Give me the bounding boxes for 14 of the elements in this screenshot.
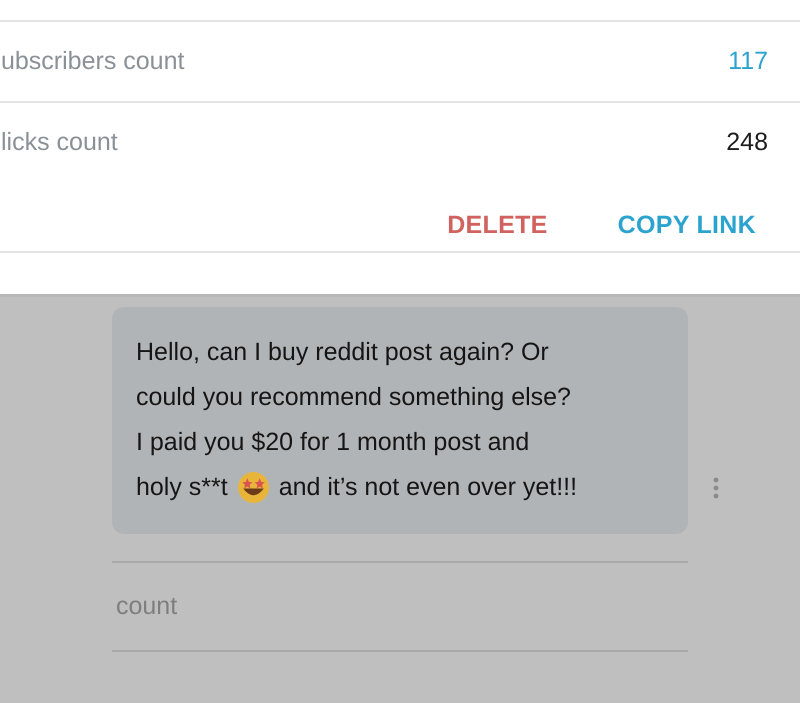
stat-label: licks count [1, 128, 118, 157]
star-eyes-emoji-icon [236, 471, 270, 504]
field-label: count [115, 592, 178, 621]
stat-value: 248 [726, 128, 768, 157]
action-button[interactable]: COPY LINK [618, 205, 756, 245]
message-text: holy s**t [136, 472, 228, 503]
stat-value: 117 [728, 47, 768, 76]
message-text: I paid you $20 for 1 month post and [136, 427, 530, 458]
message-text: Hello, can I buy reddit post again? Or [136, 337, 549, 368]
more-options-icon[interactable] [713, 477, 719, 499]
message-text: could you recommend something else? [136, 382, 571, 413]
stat-label: ubscribers count [1, 47, 184, 76]
action-button[interactable]: DELETE [447, 205, 548, 245]
message-text: and it’s not even over yet!!! [278, 472, 578, 503]
